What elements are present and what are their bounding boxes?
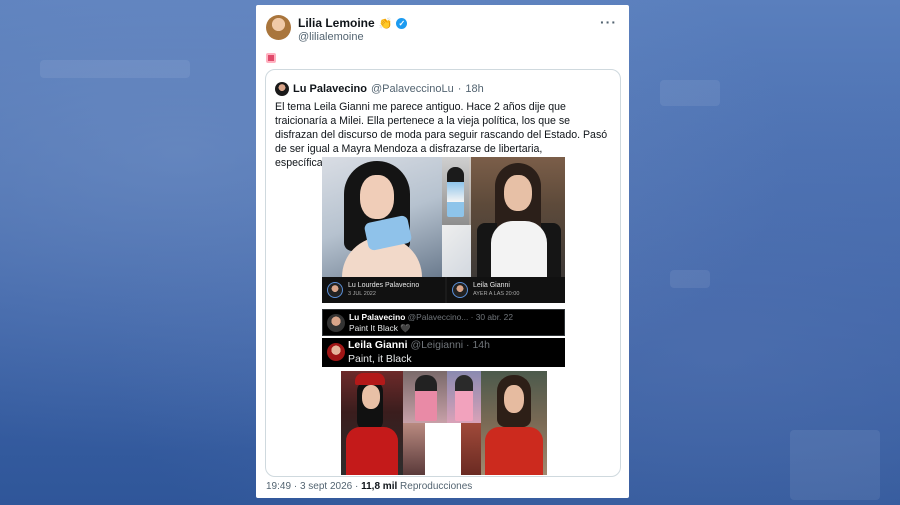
background-shape — [790, 430, 880, 500]
caption-date: 3 JUL 2022 — [348, 291, 376, 297]
views-count: 11,8 mil — [361, 481, 398, 492]
screenshot-tweet-header: Leila Gianni @Leigianni · 14h — [348, 339, 490, 351]
photo-pink-2 — [447, 371, 481, 423]
screenshot-author-name: Lu Palavecino — [349, 312, 406, 322]
tweet-date[interactable]: 3 sept 2026 — [300, 481, 352, 492]
screenshot-meta: @Palaveccino... · 30 abr. 22 — [407, 312, 513, 322]
screenshot-tweet-text: Paint It Black 🖤 — [349, 323, 411, 333]
screenshot-tweet-leila: Leila Gianni @Leigianni · 14h Paint, it … — [322, 338, 565, 367]
author-name[interactable]: Lilia Lemoine — [298, 16, 375, 30]
avatar — [452, 282, 468, 298]
views-label: Reproducciones — [400, 481, 473, 492]
caption-name: Lu Lourdes Palavecino — [348, 282, 420, 289]
clapping-hands-emoji: 👏 — [378, 17, 393, 30]
red-shirt-collage — [341, 371, 547, 475]
tweet-header: Lilia Lemoine 👏 ✓ @lilialemoine ··· — [266, 14, 619, 48]
instagram-icon — [266, 53, 276, 63]
tweet-time[interactable]: 19:49 — [266, 481, 291, 492]
photo-red-shirt — [481, 371, 547, 475]
verified-badge-icon: ✓ — [396, 17, 408, 29]
photo-lu-scarf — [322, 157, 442, 277]
more-options-icon[interactable]: ··· — [600, 14, 617, 30]
caption-lu: Lu Lourdes Palavecino 3 JUL 2022 — [322, 277, 445, 303]
quoted-tweet-age: 18h — [465, 83, 484, 95]
photo-red-cap — [341, 371, 403, 475]
author-handle[interactable]: @lilialemoine — [298, 31, 364, 43]
tweet-footer: 19:49 · 3 sept 2026 · 11,8 mil Reproducc… — [266, 481, 472, 492]
photo-leila — [471, 157, 565, 277]
photo-small-1 — [403, 423, 425, 475]
avatar — [327, 343, 345, 361]
quoted-author-name: Lu Palavecino — [293, 83, 367, 95]
screenshot-author-name: Leila Gianni — [348, 339, 408, 351]
quoted-tweet[interactable]: Lu Palavecino @PalaveccinoLu · 18h El te… — [265, 69, 621, 477]
photo-small-2 — [461, 423, 481, 475]
screenshot-tweet-header: Lu Palavecino @Palaveccino... · 30 abr. … — [349, 312, 513, 322]
author-avatar[interactable] — [266, 15, 291, 40]
caption-name: Leila Gianni — [473, 282, 510, 289]
quoted-tweet-header: Lu Palavecino @PalaveccinoLu · 18h — [275, 82, 484, 96]
background-shape — [670, 270, 710, 288]
author-name-row[interactable]: Lilia Lemoine 👏 ✓ — [298, 16, 408, 30]
avatar — [327, 282, 343, 298]
quoted-author-avatar — [275, 82, 289, 96]
background-shape — [40, 60, 190, 78]
tweet-card: Lilia Lemoine 👏 ✓ @lilialemoine ··· Lu P… — [256, 5, 629, 498]
avatar — [327, 314, 345, 332]
screenshot-tweet-text: Paint, it Black — [348, 353, 412, 365]
photo-pink-1 — [403, 371, 447, 423]
separator-dot: · — [457, 83, 462, 95]
separator-dot: · — [354, 481, 359, 492]
quoted-author-handle: @PalaveccinoLu — [370, 83, 454, 95]
tweet-body — [266, 53, 276, 66]
comparison-collage: Lu Lourdes Palavecino 3 JUL 2022 Leila G… — [322, 157, 565, 303]
background-shape — [660, 80, 720, 106]
separator-dot: · — [293, 481, 298, 492]
photo-blank — [425, 423, 461, 475]
caption-leila: Leila Gianni AYER A LAS 20:00 — [447, 277, 565, 303]
screenshot-meta: @Leigianni · 14h — [410, 339, 490, 351]
screenshot-tweet-lu: Lu Palavecino @Palaveccino... · 30 abr. … — [322, 309, 565, 336]
photo-lu-small-1 — [442, 157, 469, 225]
caption-date: AYER A LAS 20:00 — [473, 291, 520, 297]
